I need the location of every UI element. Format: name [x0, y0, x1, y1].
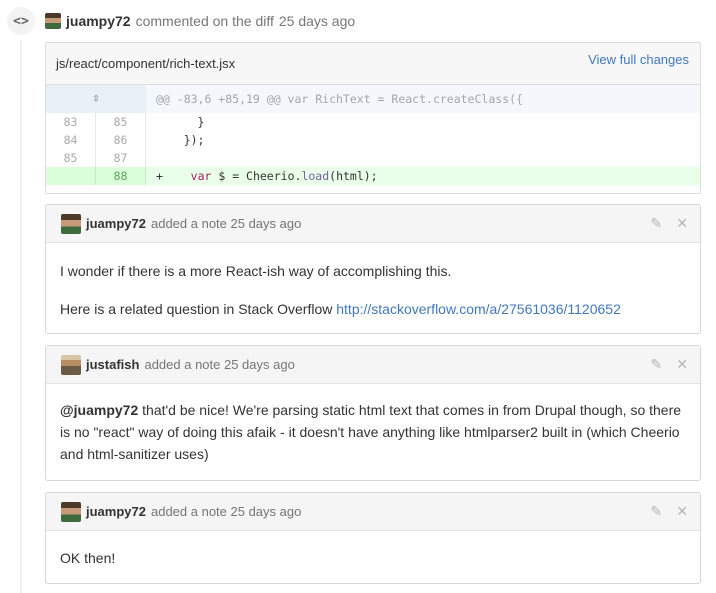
note-actions: ✎ ✕: [651, 503, 688, 519]
pencil-icon[interactable]: ✎: [651, 215, 663, 231]
line-code: });: [156, 133, 205, 147]
note-body: I wonder if there is a more React-ish wa…: [46, 243, 700, 320]
note-actions: ✎ ✕: [651, 356, 688, 372]
event-author[interactable]: juampy72: [66, 13, 131, 29]
view-full-changes-link[interactable]: View full changes: [588, 52, 689, 67]
diff-file-box: js/react/component/rich-text.jsx View fu…: [45, 42, 701, 194]
close-icon[interactable]: ✕: [676, 215, 688, 231]
file-path: js/react/component/rich-text.jsx: [56, 56, 236, 71]
note-text: Here is a related question in Stack Over…: [60, 301, 337, 317]
file-header: js/react/component/rich-text.jsx View fu…: [46, 43, 700, 85]
note-author[interactable]: juampy72: [86, 504, 146, 519]
hunk-row: ⇳ @@ -83,6 +85,19 @@ var RichText = Reac…: [46, 85, 700, 113]
old-line-number: [46, 167, 96, 185]
avatar[interactable]: [61, 501, 81, 522]
code-text: $ = Cheerio.: [211, 169, 302, 183]
avatar[interactable]: [61, 354, 81, 375]
hunk-header: @@ -83,6 +85,19 @@ var RichText = React.…: [156, 92, 523, 106]
line-code: + var $ = Cheerio.load(html);: [146, 167, 378, 185]
note-paragraph: Here is a related question in Stack Over…: [60, 298, 686, 320]
code-keyword: var: [190, 169, 212, 183]
code-icon: <>: [5, 5, 37, 37]
pencil-icon[interactable]: ✎: [651, 356, 663, 372]
note-paragraph: OK then!: [60, 550, 116, 566]
note-text: that'd be nice! We're parsing static htm…: [60, 402, 682, 462]
code-tail: (html);: [329, 169, 378, 183]
event-time[interactable]: 25 days ago: [279, 13, 355, 29]
close-icon[interactable]: ✕: [676, 503, 688, 519]
event-header: juampy72 commented on the diff 25 days a…: [45, 11, 355, 31]
new-line-number[interactable]: 87: [96, 149, 146, 167]
note-comment: justafish added a note 25 days ago ✎ ✕ @…: [45, 345, 701, 481]
diff-line: 83 85 }: [46, 113, 700, 131]
stackoverflow-link[interactable]: http://stackoverflow.com/a/27561036/1120…: [336, 301, 621, 317]
note-header: juampy72 added a note 25 days ago ✎ ✕: [46, 493, 700, 531]
code-function: load: [301, 169, 330, 183]
note-body: OK then!: [46, 531, 700, 569]
pencil-icon[interactable]: ✎: [651, 503, 663, 519]
note-meta: added a note 25 days ago: [150, 216, 302, 231]
new-line-number[interactable]: 86: [96, 131, 146, 149]
note-header: justafish added a note 25 days ago ✎ ✕: [46, 346, 700, 384]
user-mention[interactable]: @juampy72: [60, 402, 138, 418]
note-actions: ✎ ✕: [651, 215, 688, 231]
note-comment: juampy72 added a note 25 days ago ✎ ✕ I …: [45, 204, 701, 334]
event-action: commented on the diff: [135, 13, 274, 29]
note-author[interactable]: justafish: [86, 357, 139, 372]
diff-prefix: +: [156, 169, 163, 183]
note-meta: added a note 25 days ago: [150, 504, 302, 519]
note-body: @juampy72 that'd be nice! We're parsing …: [46, 384, 700, 465]
note-paragraph: @juampy72 that'd be nice! We're parsing …: [60, 399, 686, 465]
avatar[interactable]: [45, 13, 61, 29]
line-code: }: [156, 115, 205, 129]
old-line-number[interactable]: 84: [46, 131, 96, 149]
expand-icon[interactable]: ⇳: [46, 85, 146, 113]
new-line-number[interactable]: 85: [96, 113, 146, 131]
timeline-line: [20, 40, 22, 593]
note-header: juampy72 added a note 25 days ago ✎ ✕: [46, 205, 700, 243]
diff-line-added: 88 + var $ = Cheerio.load(html);: [46, 167, 700, 185]
diff-line: 85 87: [46, 149, 700, 167]
old-line-number[interactable]: 83: [46, 113, 96, 131]
diff-table: ⇳ @@ -83,6 +85,19 @@ var RichText = Reac…: [46, 85, 700, 185]
note-comment: juampy72 added a note 25 days ago ✎ ✕ OK…: [45, 492, 701, 584]
new-line-number[interactable]: 88: [96, 167, 146, 185]
note-author[interactable]: juampy72: [86, 216, 146, 231]
diff-line: 84 86 });: [46, 131, 700, 149]
close-icon[interactable]: ✕: [676, 356, 688, 372]
note-meta: added a note 25 days ago: [144, 357, 295, 372]
note-paragraph: I wonder if there is a more React-ish wa…: [60, 263, 452, 279]
avatar[interactable]: [61, 213, 81, 234]
line-code: [146, 149, 156, 167]
old-line-number[interactable]: 85: [46, 149, 96, 167]
